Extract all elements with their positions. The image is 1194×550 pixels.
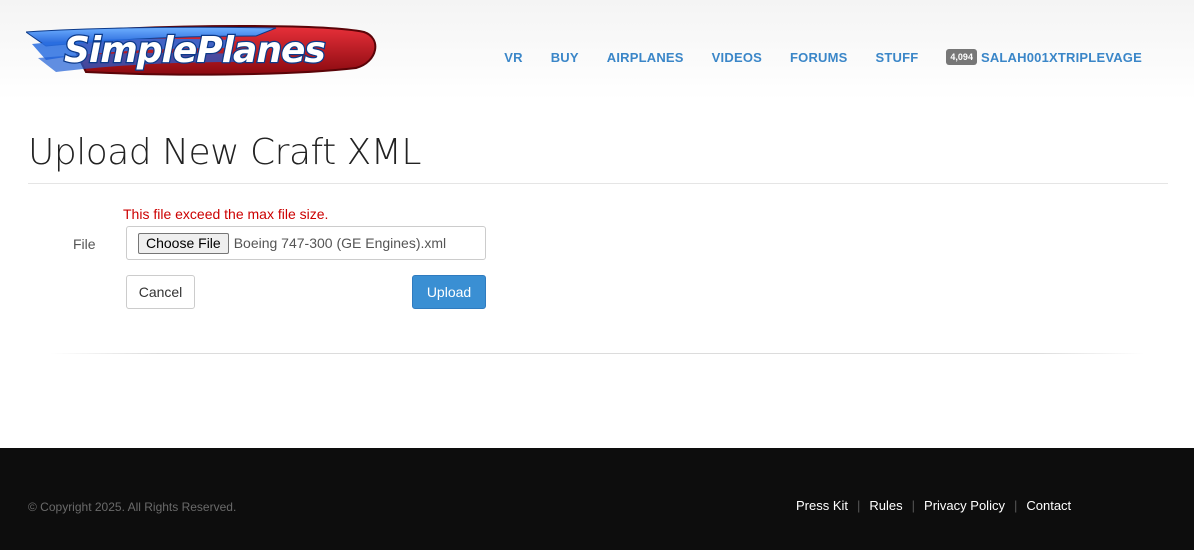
footer-separator: | [857,498,861,513]
footer-link-press-kit[interactable]: Press Kit [796,498,848,513]
upload-button[interactable]: Upload [412,275,486,309]
simpleplanes-logo[interactable]: SimplePlanes [26,22,378,78]
site-footer: © Copyright 2025. All Rights Reserved. P… [0,448,1194,550]
footer-link-contact[interactable]: Contact [1026,498,1071,513]
username-link[interactable]: SALAH001XTRIPLEVAGE [981,50,1142,65]
file-input[interactable]: Choose File Boeing 747-300 (GE Engines).… [126,226,486,260]
nav-airplanes[interactable]: AIRPLANES [607,50,684,65]
footer-link-privacy-policy[interactable]: Privacy Policy [924,498,1005,513]
cancel-button[interactable]: Cancel [126,275,195,309]
footer-separator: | [1013,498,1018,513]
nav-buy[interactable]: BUY [551,50,579,65]
logo-text: SimplePlanes [64,30,325,71]
site-header: SimplePlanes VR BUY AIRPLANES VIDEOS FOR… [0,0,1194,100]
user-menu[interactable]: 4,094 SALAH001XTRIPLEVAGE [946,49,1142,65]
main-nav: VR BUY AIRPLANES VIDEOS FORUMS STUFF 4,0… [476,49,1142,65]
selected-file-name: Boeing 747-300 (GE Engines).xml [233,235,447,251]
nav-forums[interactable]: FORUMS [790,50,848,65]
file-label: File [73,236,96,252]
points-badge: 4,094 [946,49,977,65]
page-title: Upload New Craft XML [28,132,421,173]
error-message: This file exceed the max file size. [123,206,329,222]
section-divider [50,353,1145,354]
title-divider [28,183,1168,184]
footer-link-rules[interactable]: Rules [869,498,902,513]
nav-stuff[interactable]: STUFF [876,50,919,65]
copyright-text: © Copyright 2025. All Rights Reserved. [28,500,237,514]
footer-links: Press Kit | Rules | Privacy Policy | Con… [796,498,1071,513]
nav-vr[interactable]: VR [504,50,522,65]
choose-file-button[interactable]: Choose File [138,232,229,254]
nav-videos[interactable]: VIDEOS [712,50,762,65]
footer-separator: | [911,498,916,513]
